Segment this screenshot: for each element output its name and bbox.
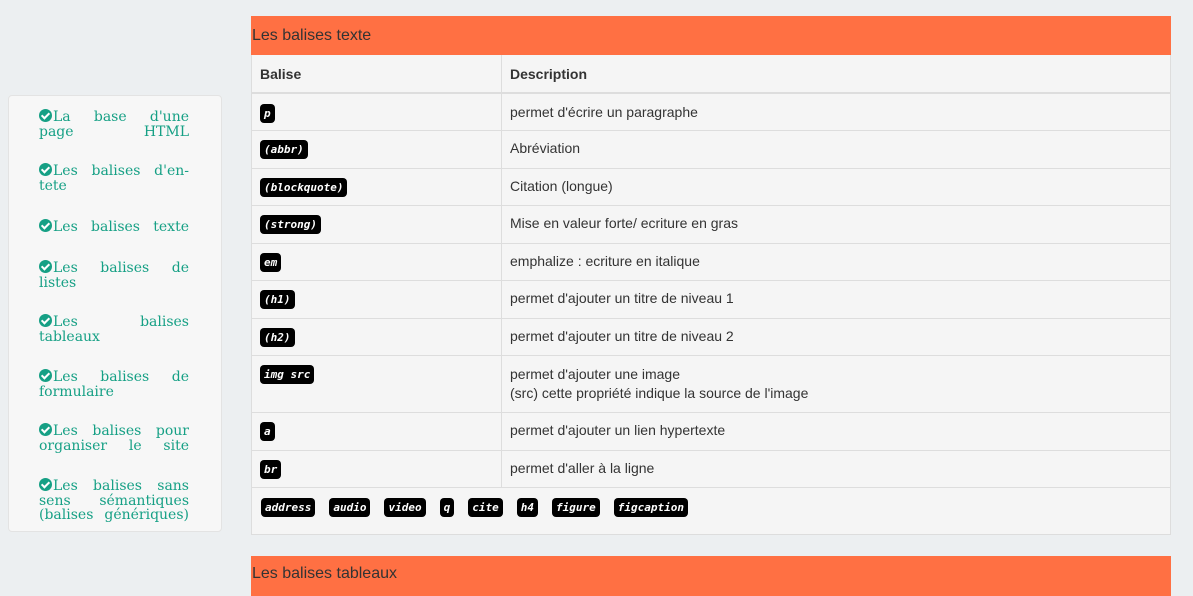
tag-code: q xyxy=(439,498,455,517)
column-header-balise: Balise xyxy=(252,55,502,94)
table-row: (abbr) Abréviation xyxy=(252,130,1170,169)
tag-code: a xyxy=(260,421,275,441)
tag-code: address xyxy=(261,498,316,517)
row-description: Mise en valeur forte/ ecriture en gras xyxy=(501,205,1170,244)
tag-code: img src xyxy=(260,364,315,384)
tag-code: br xyxy=(260,459,282,479)
balises-texte-panel: Les balises texte Balise Description p p… xyxy=(251,16,1171,535)
sidebar-item-base-page[interactable]: La base d'une page HTML xyxy=(39,109,189,139)
check-circle-icon xyxy=(39,369,52,382)
sidebar-item-label: Les balises pour organiser le site xyxy=(39,423,189,454)
tag-code: figure xyxy=(551,498,600,517)
row-description: permet d'ajouter un titre de niveau 1 xyxy=(501,280,1170,319)
table-row: em emphalize : ecriture en italique xyxy=(252,243,1170,281)
tag-code: audio xyxy=(329,498,371,517)
table-row: (h2) permet d'ajouter un titre de niveau… xyxy=(252,318,1170,356)
sidebar-item-label: La base d'une page HTML xyxy=(39,109,189,140)
tag-code: (h2) xyxy=(260,327,295,347)
tag-code: video xyxy=(384,498,426,517)
sidebar-item-label: Les balises de listes xyxy=(39,260,189,291)
sidebar-item-generiques[interactable]: Les balises sans sens sémantiques (balis… xyxy=(39,478,189,523)
table-row: (strong) Mise en valeur forte/ ecriture … xyxy=(252,205,1170,244)
tag-code: (h1) xyxy=(260,289,295,309)
row-description: permet d'ajouter un lien hypertexte xyxy=(501,412,1170,451)
check-circle-icon xyxy=(39,109,52,122)
tag-code: (blockquote) xyxy=(260,177,348,197)
row-description: permet d'ajouter un titre de niveau 2 xyxy=(501,318,1170,356)
row-description: Citation (longue) xyxy=(501,168,1170,206)
column-header-description: Description xyxy=(501,55,1170,94)
sidebar-item-label: Les balises sans sens sémantiques (balis… xyxy=(39,478,189,523)
table-row: br permet d'aller à la ligne xyxy=(252,450,1170,488)
row-description: permet d'écrire un paragraphe xyxy=(501,93,1170,131)
check-circle-icon xyxy=(39,219,52,232)
sidebar-item-label: Les balises tableaux xyxy=(39,314,189,345)
check-circle-icon xyxy=(39,423,52,436)
balises-tableaux-panel-title: Les balises tableaux xyxy=(251,556,1171,596)
panel-title: Les balises texte xyxy=(251,16,1171,55)
row-description: permet d'aller à la ligne xyxy=(501,450,1170,488)
tag-code: h4 xyxy=(516,498,538,517)
row-description: emphalize : ecriture en italique xyxy=(501,243,1170,281)
table-row: p permet d'écrire un paragraphe xyxy=(252,93,1170,131)
check-circle-icon xyxy=(39,478,52,491)
tag-code: cite xyxy=(468,498,503,517)
sidebar-item-label: Les balises de formulaire xyxy=(39,369,189,400)
tag-code: p xyxy=(260,104,275,123)
sidebar-item-formulaire[interactable]: Les balises de formulaire xyxy=(39,369,189,399)
table-row: (blockquote) Citation (longue) xyxy=(252,168,1170,206)
sidebar-item-listes[interactable]: Les balises de listes xyxy=(39,260,189,290)
tag-code: em xyxy=(260,252,282,272)
table-row: img src permet d'ajouter une image (src)… xyxy=(252,355,1170,413)
check-circle-icon xyxy=(39,314,52,327)
sidebar-nav: La base d'une page HTML Les balises d'en… xyxy=(8,95,222,532)
balises-table: Balise Description p permet d'écrire un … xyxy=(252,55,1170,488)
sidebar-item-organiser[interactable]: Les balises pour organiser le site xyxy=(39,423,189,453)
sidebar-item-texte[interactable]: Les balises texte xyxy=(39,219,189,235)
table-row: a permet d'ajouter un lien hypertexte xyxy=(252,412,1170,451)
check-circle-icon xyxy=(39,260,52,273)
tag-code: (strong) xyxy=(260,214,321,234)
tag-code: figcaption xyxy=(613,498,688,517)
sidebar-item-label: Les balises d'en-tete xyxy=(39,163,189,194)
check-circle-icon xyxy=(39,163,52,176)
table-row: (h1) permet d'ajouter un titre de niveau… xyxy=(252,280,1170,319)
sidebar-item-tableaux[interactable]: Les balises tableaux xyxy=(39,314,189,344)
sidebar-item-en-tete[interactable]: Les balises d'en-tete xyxy=(39,163,189,193)
sidebar-item-label: Les balises texte xyxy=(53,219,189,235)
row-description: Abréviation xyxy=(501,130,1170,169)
row-description: permet d'ajouter une image xyxy=(510,365,680,382)
tag-code: (abbr) xyxy=(260,139,308,159)
row-description-note: (src) cette propriété indique la source … xyxy=(510,384,809,401)
extra-tags: address audio video q cite h4 figure figcaption xyxy=(261,498,702,517)
